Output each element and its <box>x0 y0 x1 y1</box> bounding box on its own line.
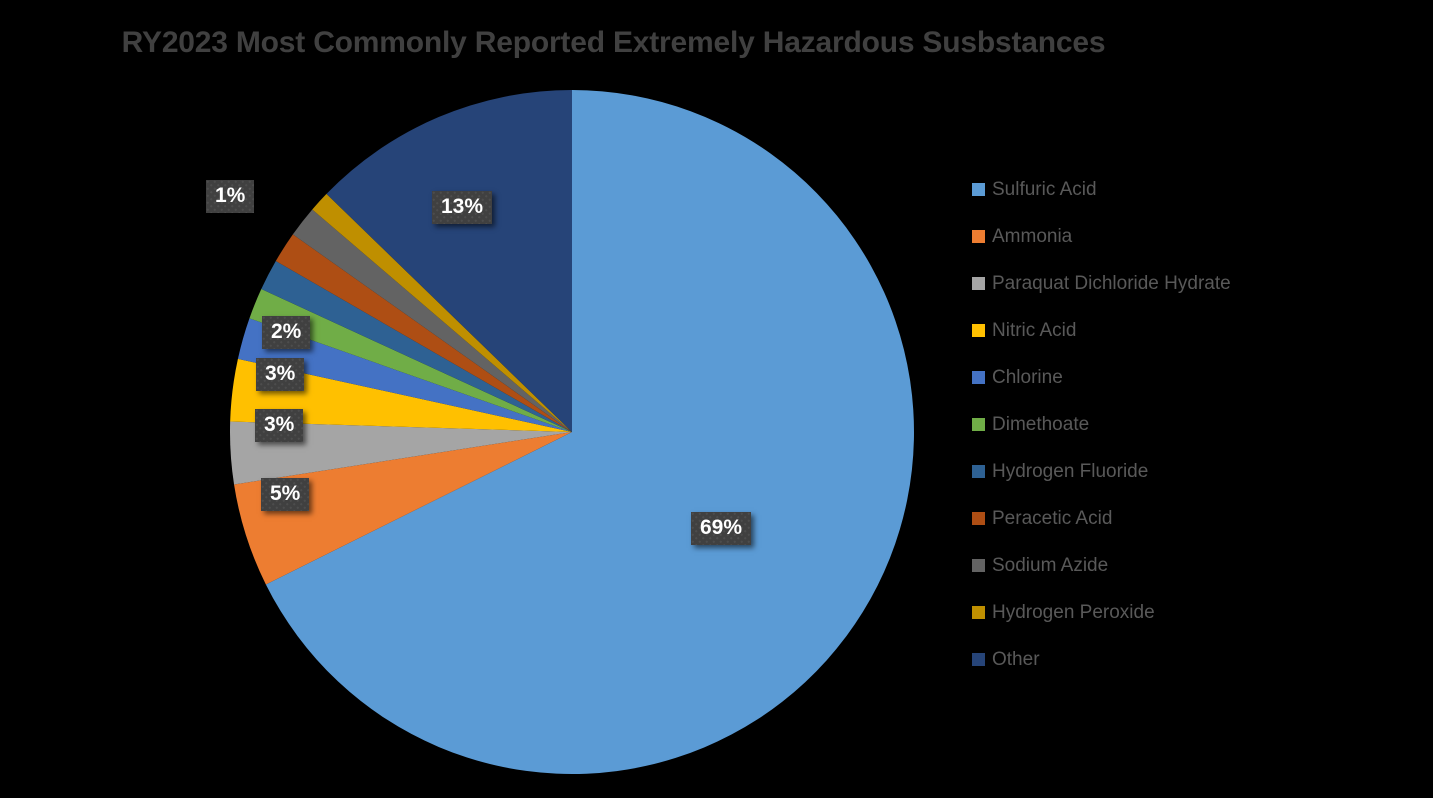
data-label-other: 13% <box>432 191 492 224</box>
pie-chart-figure: RY2023 Most Commonly Reported Extremely … <box>0 0 1433 798</box>
legend-item-label: Sodium Azide <box>992 554 1109 576</box>
legend-swatch-icon <box>972 465 985 478</box>
legend-item[interactable]: Ammonia <box>972 213 1427 260</box>
legend-swatch-icon <box>972 324 985 337</box>
legend-item-label: Other <box>992 648 1040 670</box>
legend-swatch-icon <box>972 653 985 666</box>
data-label-hydrogen-peroxide: 1% <box>206 180 254 213</box>
legend-item-label: Chlorine <box>992 366 1063 388</box>
legend-swatch-icon <box>972 277 985 290</box>
legend-item[interactable]: Dimethoate <box>972 401 1427 448</box>
legend-item[interactable]: Paraquat Dichloride Hydrate <box>972 260 1427 307</box>
data-label-paraquat-dichloride-hydrate: 3% <box>255 409 303 442</box>
legend-item-label: Dimethoate <box>992 413 1090 435</box>
legend-item[interactable]: Sodium Azide <box>972 542 1427 589</box>
data-label-chlorine: 2% <box>262 316 310 349</box>
data-label-sulfuric-acid: 69% <box>691 512 751 545</box>
legend-item[interactable]: Hydrogen Peroxide <box>972 589 1427 636</box>
pie-plot-area: 69% 5% 3% 3% 2% 1% 13% <box>0 0 960 798</box>
legend-item-label: Hydrogen Fluoride <box>992 460 1149 482</box>
legend-swatch-icon <box>972 559 985 572</box>
legend-item[interactable]: Nitric Acid <box>972 307 1427 354</box>
legend-swatch-icon <box>972 512 985 525</box>
legend-item-label: Peracetic Acid <box>992 507 1113 529</box>
legend-swatch-icon <box>972 418 985 431</box>
legend-swatch-icon <box>972 230 985 243</box>
pie-slices-group <box>229 90 914 774</box>
legend-swatch-icon <box>972 183 985 196</box>
legend-item-label: Ammonia <box>992 225 1073 247</box>
legend-item[interactable]: Chlorine <box>972 354 1427 401</box>
legend-item[interactable]: Other <box>972 636 1427 683</box>
legend-item[interactable]: Hydrogen Fluoride <box>972 448 1427 495</box>
legend-item-label: Paraquat Dichloride Hydrate <box>992 272 1231 294</box>
data-label-nitric-acid: 3% <box>256 358 304 391</box>
data-label-ammonia: 5% <box>261 478 309 511</box>
legend-swatch-icon <box>972 371 985 384</box>
legend-item[interactable]: Sulfuric Acid <box>972 166 1427 213</box>
legend-swatch-icon <box>972 606 985 619</box>
legend-item-label: Hydrogen Peroxide <box>992 601 1155 623</box>
legend-item-label: Sulfuric Acid <box>992 178 1097 200</box>
legend-item[interactable]: Peracetic Acid <box>972 495 1427 542</box>
pie-svg <box>229 90 914 774</box>
legend-item-label: Nitric Acid <box>992 319 1077 341</box>
chart-legend: Sulfuric Acid Ammonia Paraquat Dichloride … <box>972 166 1427 683</box>
